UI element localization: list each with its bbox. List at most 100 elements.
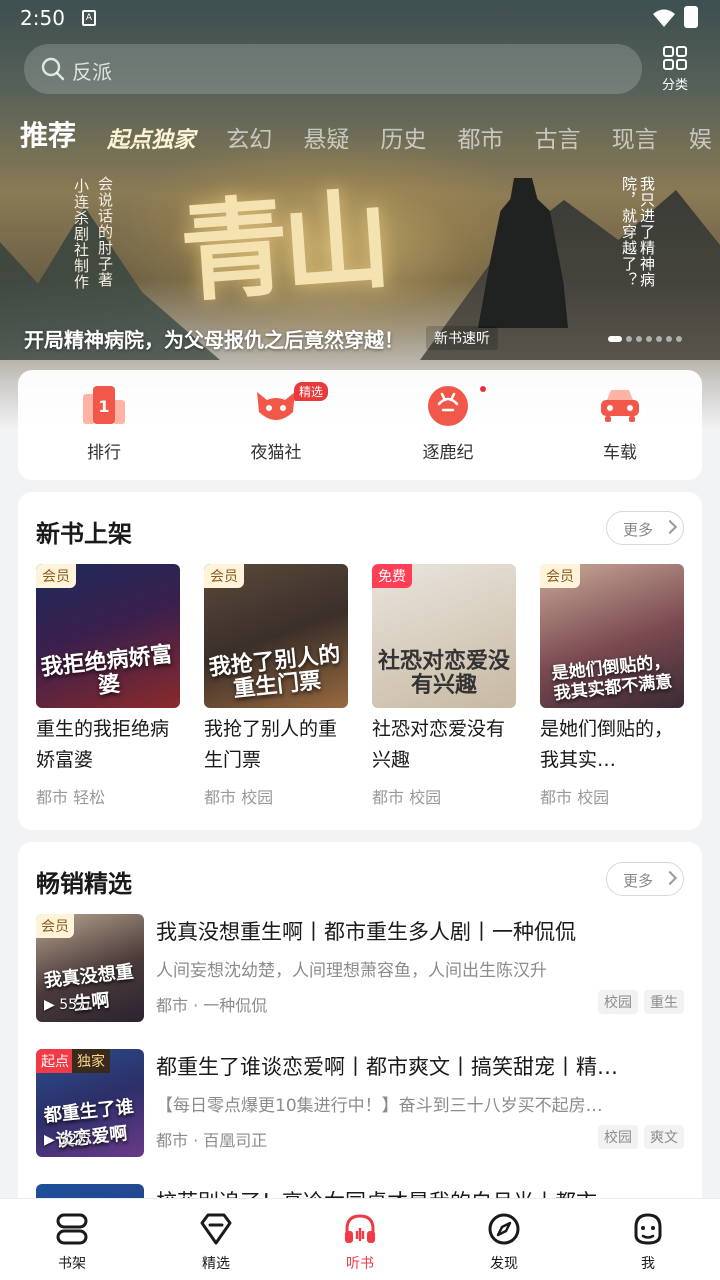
more-label: 更多 bbox=[623, 872, 654, 890]
chevron-right-icon bbox=[662, 870, 678, 886]
audiobook-title: 都重生了谁谈恋爱啊丨都市爽文丨搞笑甜宠丨精… bbox=[156, 1055, 618, 1079]
notification-dot bbox=[478, 384, 488, 394]
book-item[interactable]: 会员 是她们倒贴的，我其实都不满意 是她们倒贴的，我其实… 都市 校园 bbox=[540, 564, 686, 808]
book-item[interactable]: 会员 我拒绝病娇富婆 重生的我拒绝病娇富婆 都市 轻松 bbox=[36, 564, 182, 808]
bestsellers-section: 畅销精选 更多 会员 我真没想重生啊 ▶ 55万 我真没想重生啊丨都市重生多人剧… bbox=[18, 842, 702, 1224]
more-button[interactable]: 更多 bbox=[606, 862, 684, 896]
quick-car-label: 车载 bbox=[603, 443, 637, 463]
bottom-navigation: 书架 精选 听书 发现 我 bbox=[0, 1198, 720, 1280]
ranking-icon: 1 bbox=[83, 386, 125, 424]
category-button[interactable]: 分类 bbox=[652, 46, 698, 96]
nav-label: 精选 bbox=[202, 1256, 230, 1272]
nav-audiobooks[interactable]: 听书 bbox=[310, 1211, 410, 1273]
book-item[interactable]: 免费 社恐对恋爱没有兴趣 社恐对恋爱没有兴趣 都市 校园 bbox=[372, 564, 518, 808]
tag-chip: 校园 bbox=[598, 1125, 638, 1149]
quick-ranking-label: 排行 bbox=[87, 443, 121, 463]
chevron-right-icon bbox=[662, 519, 678, 535]
banner-dot bbox=[666, 336, 672, 342]
quick-deer[interactable]: 逐鹿纪 bbox=[388, 382, 508, 463]
nav-bookshelf[interactable]: 书架 bbox=[22, 1211, 122, 1273]
banner-tag: 新书速听 bbox=[426, 326, 498, 350]
play-count-value: 52万 bbox=[59, 1132, 92, 1148]
banner-dot bbox=[656, 336, 662, 342]
vip-tag: 会员 bbox=[36, 564, 76, 588]
category-tabs: 推荐 起点独家 玄幻 悬疑 历史 都市 古言 现言 娱 bbox=[20, 114, 720, 158]
tab-fantasy[interactable]: 玄幻 bbox=[226, 120, 272, 154]
book-name: 社恐对恋爱没有兴趣 bbox=[372, 718, 506, 771]
section-title: 畅销精选 bbox=[36, 870, 132, 898]
qidian-tag: 起点 bbox=[36, 1049, 74, 1073]
book-name: 重生的我拒绝病娇富婆 bbox=[36, 718, 170, 771]
banner-credit-studio: 小连杀剧社制作 bbox=[72, 178, 90, 290]
car-icon bbox=[601, 390, 639, 422]
tab-qidian-exclusive[interactable]: 起点独家 bbox=[107, 122, 195, 154]
audiobook-cover: 起点 独家 都重生了谁谈恋爱啊 ▶ 52万 bbox=[36, 1049, 144, 1157]
nav-me[interactable]: 我 bbox=[598, 1211, 698, 1273]
compass-icon bbox=[488, 1213, 520, 1245]
tag-chips: 校园 重生 bbox=[592, 990, 684, 1014]
tag-chips: 校园 爽文 bbox=[592, 1125, 684, 1149]
nav-featured[interactable]: 精选 bbox=[166, 1211, 266, 1273]
status-time: 2:50 bbox=[20, 6, 65, 30]
book-cover: 会员 是她们倒贴的，我其实都不满意 bbox=[540, 564, 684, 708]
tab-ancient-romance[interactable]: 古言 bbox=[535, 120, 581, 154]
deer-icon bbox=[428, 386, 468, 426]
audiobook-meta: 都市 · 百凰司正 bbox=[156, 1131, 268, 1150]
book-meta: 都市 轻松 bbox=[36, 788, 106, 807]
bookshelf-icon bbox=[56, 1213, 88, 1245]
audiobook-title: 我真没想重生啊丨都市重生多人剧丨一种侃侃 bbox=[156, 920, 576, 944]
audiobook-row[interactable]: 会员 我真没想重生啊 ▶ 55万 我真没想重生啊丨都市重生多人剧丨一种侃侃 人间… bbox=[36, 914, 684, 1024]
banner-dot bbox=[646, 336, 652, 342]
banner-pagination bbox=[608, 336, 686, 342]
audiobook-description: 人间妄想沈幼楚，人间理想萧容鱼，人间出生陈汉升 bbox=[156, 961, 547, 981]
banner-dot bbox=[626, 336, 632, 342]
tab-suspense[interactable]: 悬疑 bbox=[303, 120, 349, 154]
audiobook-description: 【每日零点爆更10集进行中！】奋斗到三十八岁买不起房… bbox=[156, 1096, 603, 1116]
exclusive-tag: 独家 bbox=[72, 1049, 110, 1073]
cover-title: 是她们倒贴的，我其实都不满意 bbox=[550, 651, 674, 705]
quick-ranking[interactable]: 1 排行 bbox=[44, 382, 164, 463]
free-tag: 免费 bbox=[372, 564, 412, 588]
more-label: 更多 bbox=[623, 521, 654, 539]
book-name: 我抢了别人的重生门票 bbox=[204, 718, 338, 771]
audiobook-cover: 会员 我真没想重生啊 ▶ 55万 bbox=[36, 914, 144, 1022]
search-placeholder: 反派 bbox=[72, 60, 112, 84]
more-button[interactable]: 更多 bbox=[606, 511, 684, 545]
audiobook-row[interactable]: 起点 独家 都重生了谁谈恋爱啊 ▶ 52万 都重生了谁谈恋爱啊丨都市爽文丨搞笑甜… bbox=[36, 1049, 684, 1159]
nav-label: 发现 bbox=[490, 1256, 518, 1272]
headphones-icon bbox=[345, 1214, 375, 1243]
tab-entertainment[interactable]: 娱 bbox=[689, 120, 712, 154]
banner-title-art: 青山 bbox=[176, 177, 389, 317]
cover-title: 我拒绝病娇富婆 bbox=[39, 642, 174, 700]
quick-car[interactable]: 车载 bbox=[560, 382, 680, 463]
nav-discover[interactable]: 发现 bbox=[454, 1211, 554, 1273]
battery-icon bbox=[684, 6, 698, 28]
tag-chip: 爽文 bbox=[644, 1125, 684, 1149]
book-cover: 会员 我抢了别人的重生门票 bbox=[204, 564, 348, 708]
tab-recommend[interactable]: 推荐 bbox=[20, 114, 76, 154]
vip-tag: 会员 bbox=[540, 564, 580, 588]
diamond-icon bbox=[200, 1213, 232, 1245]
quick-deer-label: 逐鹿纪 bbox=[422, 443, 474, 463]
quick-entry-card: 1 排行 夜猫社 精选 逐鹿纪 车载 bbox=[18, 370, 702, 480]
featured-badge: 精选 bbox=[294, 382, 329, 401]
tab-history[interactable]: 历史 bbox=[380, 120, 426, 154]
play-count-value: 55万 bbox=[59, 997, 92, 1013]
book-meta: 都市 校园 bbox=[204, 788, 274, 807]
audiobook-meta: 都市 · 一种侃侃 bbox=[156, 996, 268, 1015]
play-count: ▶ 52万 bbox=[44, 1132, 92, 1148]
tab-modern-romance[interactable]: 现言 bbox=[612, 120, 658, 154]
nav-label: 我 bbox=[641, 1256, 655, 1272]
search-bar[interactable]: 反派 bbox=[24, 44, 642, 94]
book-item[interactable]: 会员 我抢了别人的重生门票 我抢了别人的重生门票 都市 校园 bbox=[204, 564, 350, 808]
tag-chip: 校园 bbox=[598, 990, 638, 1014]
profile-icon bbox=[634, 1213, 662, 1245]
book-meta: 都市 校园 bbox=[540, 788, 610, 807]
nav-label: 书架 bbox=[58, 1256, 86, 1272]
tab-urban[interactable]: 都市 bbox=[458, 120, 504, 154]
banner-dot bbox=[676, 336, 682, 342]
banner-dot bbox=[636, 336, 642, 342]
search-icon bbox=[41, 57, 65, 81]
book-cover: 会员 我拒绝病娇富婆 bbox=[36, 564, 180, 708]
banner-caption: 开局精神病院，为父母报仇之后竟然穿越！ bbox=[24, 328, 404, 352]
